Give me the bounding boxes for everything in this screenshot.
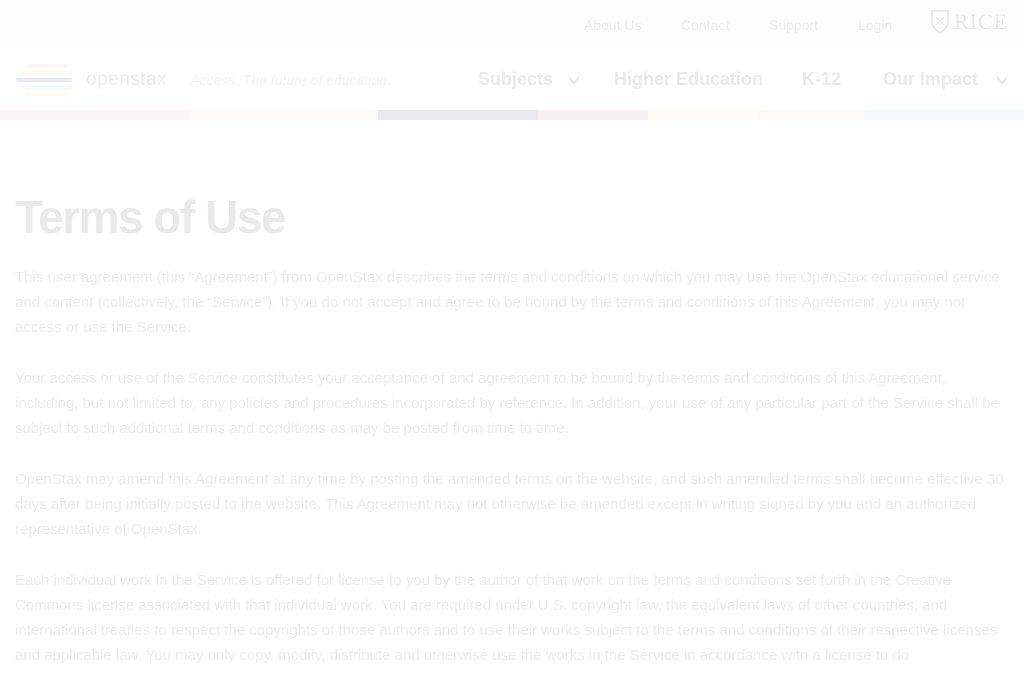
utility-bar: About Us Contact Support Login RICE (0, 0, 1024, 48)
nav-our-impact[interactable]: Our Impact (883, 69, 978, 90)
page: About Us Contact Support Login RICE open… (0, 0, 1024, 674)
accent-stripe (648, 110, 758, 120)
nav-k12[interactable]: K-12 (802, 69, 841, 90)
accent-stripe (863, 110, 1024, 120)
terms-paragraph: Each individual work in the Service is o… (15, 572, 998, 664)
chevron-down-icon[interactable] (568, 74, 580, 86)
accent-stripe (758, 110, 863, 120)
accent-stripe (0, 110, 190, 120)
chevron-down-icon[interactable] (996, 74, 1008, 86)
login-link[interactable]: Login (858, 17, 892, 33)
accent-stripe (378, 110, 538, 120)
main-nav: openstax Access. The future of education… (0, 48, 1024, 110)
terms-paragraph: This user agreement (this “Agreement”) f… (15, 269, 1000, 336)
logo-wordmark: openstax (86, 69, 168, 90)
nav-subjects[interactable]: Subjects (478, 69, 553, 90)
page-title: Terms of Use (15, 191, 287, 243)
rice-shield-icon (931, 10, 949, 35)
support-link[interactable]: Support (769, 17, 818, 33)
accent-stripe (190, 110, 378, 120)
about-us-link[interactable]: About Us (584, 17, 642, 33)
rice-logo[interactable]: RICE (930, 7, 1010, 37)
accent-stripe (538, 110, 648, 120)
rice-logo-text: RICE (954, 9, 1009, 34)
nav-higher-education[interactable]: Higher Education (614, 69, 763, 90)
terms-paragraph: Your access or use of the Service consti… (15, 370, 999, 437)
openstax-logo[interactable]: openstax (16, 62, 168, 98)
terms-paragraph: OpenStax may amend this Agreement at any… (15, 471, 1004, 538)
tagline: Access. The future of education. (190, 72, 391, 88)
contact-link[interactable]: Contact (681, 17, 729, 33)
